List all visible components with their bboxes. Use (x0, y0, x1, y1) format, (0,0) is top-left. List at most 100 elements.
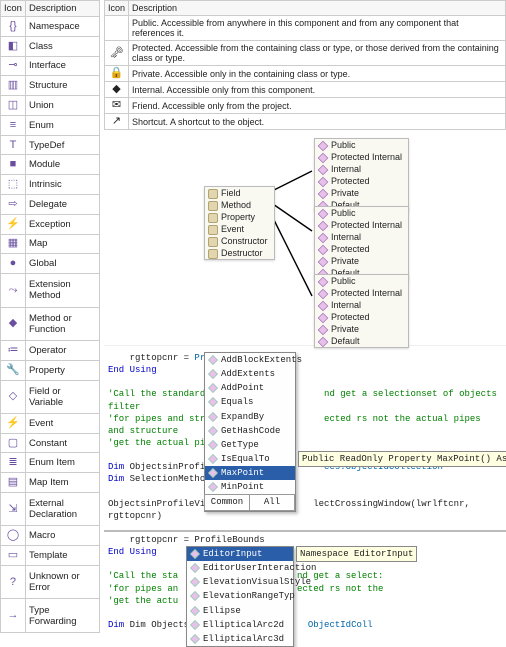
legend-icon: ◫ (1, 96, 26, 116)
legend-row: ?Unknown or Error (1, 565, 100, 598)
icon-legend-table: Icon Description {}Namespace◧Class⊸Inter… (0, 0, 100, 633)
legend-label: Map Item (25, 473, 99, 493)
signal-desc: Private. Accessible only in the containi… (129, 66, 506, 82)
diagram-item: Field (205, 187, 274, 199)
signal-row: ↗Shortcut. A shortcut to the object. (105, 114, 506, 130)
legend-row: ▤Map Item (1, 473, 100, 493)
legend-icon: 🔧 (1, 360, 26, 380)
signal-row: Public. Accessible from anywhere in this… (105, 16, 506, 41)
legend-icon: ■ (1, 155, 26, 175)
legend-row: ⬚Intrinsic (1, 175, 100, 195)
legend-icon: ≔ (1, 340, 26, 360)
legend-row: 🔧Property (1, 360, 100, 380)
intellisense-item[interactable]: EllipticalArc2d (187, 618, 293, 632)
diagram-item: Internal (315, 163, 408, 175)
legend-icon: ⚡ (1, 413, 26, 433)
intellisense-item[interactable]: IsEqualTo (205, 452, 295, 466)
signal-row: 🔒Private. Accessible only in the contain… (105, 66, 506, 82)
intellisense-tooltip-2: Namespace EditorInput (296, 546, 417, 562)
diagram-item: Protected Internal (315, 219, 408, 231)
legend-label: Enum (25, 115, 99, 135)
legend-row: ≣Enum Item (1, 453, 100, 473)
legend-label: Enum Item (25, 453, 99, 473)
legend-row: ≡Enum (1, 115, 100, 135)
diagram-item: Private (315, 255, 408, 267)
intellisense-item[interactable]: AddExtents (205, 367, 295, 381)
diagram-item: Protected Internal (315, 287, 408, 299)
diagram-item: Private (315, 323, 408, 335)
diagram-item: Private (315, 187, 408, 199)
legend-row: ▥Structure (1, 76, 100, 96)
intellisense-item[interactable]: GetType (205, 438, 295, 452)
legend-label: Structure (25, 76, 99, 96)
access-diagram: FieldMethodPropertyEventConstructorDestr… (104, 136, 506, 346)
diagram-item: Destructor (205, 247, 274, 259)
access-box-2: PublicProtected InternalInternalProtecte… (314, 206, 409, 280)
legend-label: Map (25, 234, 99, 254)
legend-label: Extension Method (25, 274, 99, 307)
keyword-end-using: End Using (108, 365, 157, 375)
legend-icon: T (1, 135, 26, 155)
col-desc: Description (25, 1, 99, 17)
legend-icon: ⇲ (1, 493, 26, 526)
legend-icon: ⤳ (1, 274, 26, 307)
diagram-item: Public (315, 207, 408, 219)
legend-icon: ⇨ (1, 195, 26, 215)
intellisense-item[interactable]: EllipticalArc3d (187, 632, 293, 646)
intellisense-item[interactable]: ElevationVisualStyle (187, 575, 293, 589)
legend-row: ●Global (1, 254, 100, 274)
intellisense-item[interactable]: GetHashCode (205, 424, 295, 438)
legend-label: Type Forwarding (25, 599, 99, 633)
signal-row: ◆Internal. Accessible only from this com… (105, 82, 506, 98)
intellisense-item[interactable]: AddBlockExtents (205, 353, 295, 367)
legend-row: ◫Union (1, 96, 100, 116)
legend-row: ▢Constant (1, 433, 100, 453)
legend-icon: ⚡ (1, 214, 26, 234)
signal-icon: ↗ (105, 114, 129, 130)
intellisense-tab[interactable]: All (249, 494, 295, 510)
col-icon: Icon (105, 1, 129, 16)
legend-label: Macro (25, 526, 99, 546)
intellisense-item[interactable]: MinPoint (205, 480, 295, 494)
intellisense-item[interactable]: EditorInput (187, 547, 293, 561)
intellisense-item[interactable]: ExpandBy (205, 410, 295, 424)
intellisense-tab[interactable]: Common (204, 494, 250, 510)
legend-row: ⇲External Declaration (1, 493, 100, 526)
legend-label: Namespace (25, 17, 99, 37)
intellisense-item[interactable]: Ellipse (187, 604, 293, 618)
legend-label: TypeDef (25, 135, 99, 155)
legend-icon: ▢ (1, 433, 26, 453)
legend-icon: ◧ (1, 36, 26, 56)
legend-row: ⚡Exception (1, 214, 100, 234)
intellisense-item[interactable]: AddPoint (205, 381, 295, 395)
legend-label: Class (25, 36, 99, 56)
legend-icon: ◯ (1, 526, 26, 546)
signal-desc: Protected. Accessible from the containin… (129, 41, 506, 66)
legend-label: Constant (25, 433, 99, 453)
intellisense-item[interactable]: MaxPoint (205, 466, 295, 480)
diagram-item: Protected (315, 175, 408, 187)
intellisense-popup-2[interactable]: EditorInputEditorUserInteractionElevatio… (186, 546, 294, 647)
legend-row: ▦Map (1, 234, 100, 254)
signal-icon: ✉ (105, 98, 129, 114)
intellisense-tooltip-1: Public ReadOnly Property MaxPoint() As A… (298, 451, 506, 467)
legend-label: Exception (25, 214, 99, 234)
legend-row: TTypeDef (1, 135, 100, 155)
col-icon: Icon (1, 1, 26, 17)
diagram-item: Public (315, 275, 408, 287)
access-box-3: PublicProtected InternalInternalProtecte… (314, 274, 409, 348)
diagram-item: Default (315, 335, 408, 347)
intellisense-item[interactable]: EditorUserInteraction (187, 561, 293, 575)
diagram-item: Property (205, 211, 274, 223)
intellisense-item[interactable]: ElevationRangeTyp (187, 589, 293, 603)
legend-row: ⚡Event (1, 413, 100, 433)
signal-desc: Friend. Accessible only from the project… (129, 98, 506, 114)
code-sample-1: rgttopcnr = ProfileBounds. End Using 'Ca… (104, 350, 506, 524)
intellisense-item[interactable]: Equals (205, 395, 295, 409)
legend-label: Delegate (25, 195, 99, 215)
legend-icon: ⊸ (1, 56, 26, 76)
intellisense-popup-1[interactable]: AddBlockExtentsAddExtentsAddPointEqualsE… (204, 352, 296, 512)
legend-icon: ⬚ (1, 175, 26, 195)
legend-icon: ▥ (1, 76, 26, 96)
legend-row: ◇Field or Variable (1, 380, 100, 413)
